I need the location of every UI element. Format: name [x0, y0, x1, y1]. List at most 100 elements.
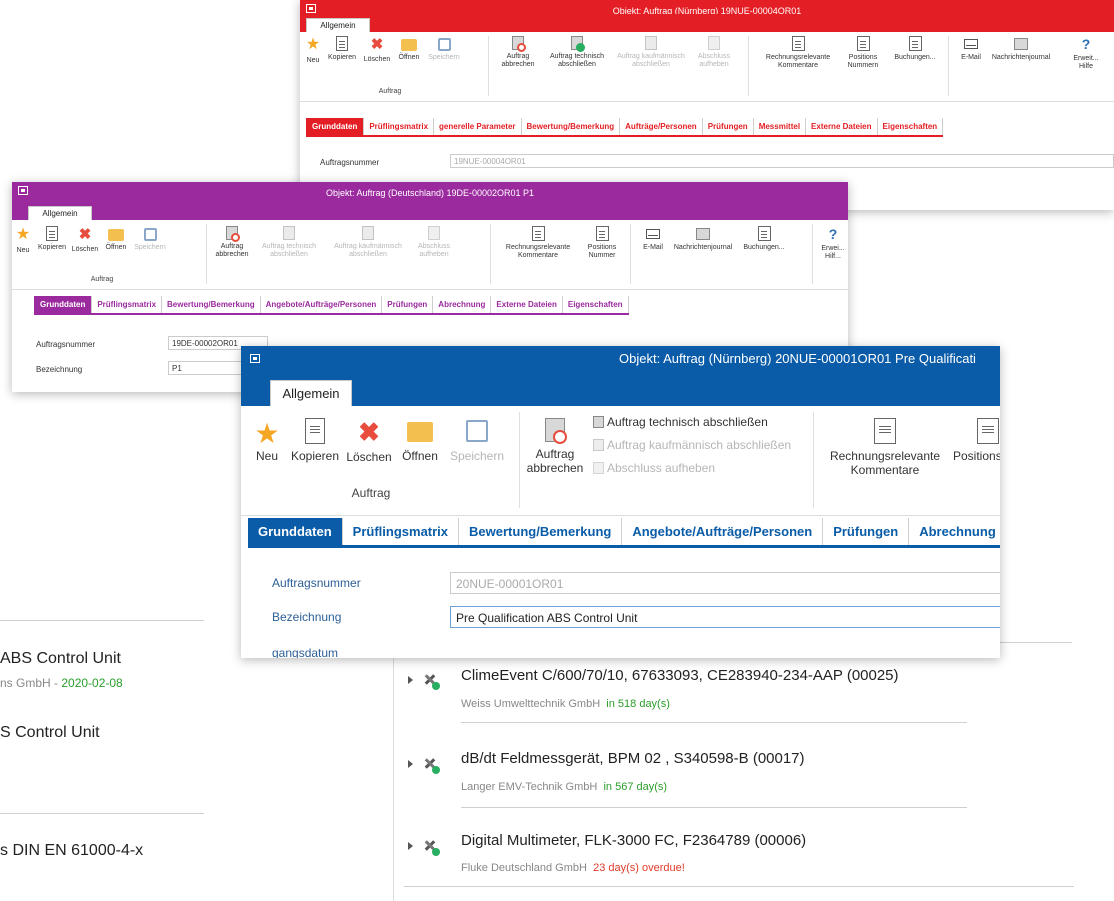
- technisch-abschliessen-button[interactable]: Auftrag technisch abschließen: [254, 226, 324, 259]
- kaufmaennisch-abschliessen-button[interactable]: Auftrag kaufmännisch abschließen: [326, 226, 410, 259]
- erweiterte-hilfe-button[interactable]: ? Erweit... Hilfe: [1066, 36, 1106, 71]
- tab-messmittel[interactable]: Messmittel: [753, 118, 807, 135]
- tab-abrechnung[interactable]: Abrechnung: [909, 518, 1000, 545]
- nachrichtenjournal-button[interactable]: Nachrichtenjournal: [670, 226, 736, 252]
- tab-bewertung[interactable]: Bewertung/Bemerkung: [162, 296, 261, 313]
- buchungen-button[interactable]: Buchungen...: [890, 36, 940, 62]
- rechnungsrelevante-kommentare-button[interactable]: Rechnungsrelevante Kommentare: [756, 36, 840, 70]
- rechnungsrelevante-kommentare-button[interactable]: Rechnungsrelevante Kommentare: [496, 226, 580, 260]
- tab-allgemein[interactable]: Allgemein: [306, 18, 370, 32]
- check-badge-icon: [576, 43, 585, 52]
- tab-bewertung[interactable]: Bewertung/Bemerkung: [459, 518, 623, 545]
- group-label-auftrag: Auftrag: [351, 486, 391, 500]
- rechnungsrelevante-kommentare-button[interactable]: Rechnungsrelevante Kommentare: [823, 418, 947, 478]
- tab-prueflingsmatrix[interactable]: Prüflingsmatrix: [342, 518, 460, 545]
- kopieren-button[interactable]: Kopieren: [36, 226, 68, 252]
- tab-prueflingsmatrix[interactable]: Prüflingsmatrix: [92, 296, 163, 313]
- reopen-icon: [428, 226, 440, 240]
- abschluss-aufheben-button[interactable]: Abschluss aufheben: [412, 226, 456, 259]
- list-item-title[interactable]: s DIN EN 61000-4-x: [0, 842, 143, 860]
- auftrag-abbrechen-button[interactable]: Auftrag abbrechen: [498, 36, 538, 69]
- ribbon-separator: [519, 412, 520, 508]
- tab-externe-dateien[interactable]: Externe Dateien: [806, 118, 878, 135]
- delete-icon: ✖: [370, 36, 384, 53]
- tab-prueflingsmatrix[interactable]: Prüflingsmatrix: [364, 118, 435, 135]
- folder-icon: [407, 422, 433, 442]
- tab-grunddaten[interactable]: Grunddaten: [306, 118, 365, 135]
- tab-generelle-parameter[interactable]: generelle Parameter: [434, 118, 522, 135]
- technisch-abschliessen-button[interactable]: Auftrag technisch abschließen: [593, 415, 768, 430]
- list-item-title[interactable]: S Control Unit: [0, 724, 100, 742]
- neu-button[interactable]: ★ Neu: [14, 226, 32, 255]
- technisch-abschliessen-button[interactable]: Auftrag technisch abschließen: [542, 36, 612, 69]
- ribbon-separator: [630, 224, 631, 284]
- abschluss-aufheben-button[interactable]: Abschluss aufheben: [593, 461, 715, 476]
- equipment-item-title[interactable]: Digital Multimeter, FLK-3000 FC, F236478…: [461, 832, 806, 849]
- speichern-button[interactable]: Speichern: [427, 36, 461, 62]
- tab-angebote-auftraege-personen[interactable]: Angebote/Aufträge/Personen: [260, 296, 383, 313]
- kaufmaennisch-abschliessen-button[interactable]: Auftrag kaufmännisch abschließen: [593, 438, 791, 453]
- blue-titlebar: Objekt: Auftrag (Nürnberg) 20NUE-00001OR…: [241, 346, 1000, 380]
- tab-grunddaten[interactable]: Grunddaten: [248, 518, 343, 545]
- neu-button[interactable]: ★ Neu: [304, 36, 322, 65]
- abort-order-icon: [545, 418, 567, 444]
- tab-pruefungen[interactable]: Prüfungen: [823, 518, 910, 545]
- tab-pruefungen[interactable]: Prüfungen: [382, 296, 434, 313]
- equipment-item-title[interactable]: ClimeEvent C/600/70/10, 67633093, CE2839…: [461, 667, 899, 684]
- kopieren-button[interactable]: Kopieren: [326, 36, 358, 62]
- expand-arrow-icon[interactable]: [408, 760, 413, 768]
- positions-nummern-button[interactable]: Positions-N: [953, 418, 1000, 464]
- tab-eigenschaften[interactable]: Eigenschaften: [562, 296, 629, 313]
- abschluss-aufheben-button[interactable]: Abschluss aufheben: [692, 36, 736, 69]
- email-button[interactable]: E-Mail: [638, 226, 668, 252]
- auftragsnummer-field[interactable]: 20NUE-00001OR01: [450, 572, 1000, 594]
- oeffnen-button[interactable]: Öffnen: [397, 418, 443, 464]
- buchungen-button[interactable]: Buchungen...: [738, 226, 790, 252]
- neu-button[interactable]: ★ Neu: [247, 418, 287, 464]
- tab-grunddaten[interactable]: Grunddaten: [34, 296, 93, 313]
- positions-nummern-button[interactable]: Positions Nummern: [840, 36, 886, 70]
- tab-externe-dateien[interactable]: Externe Dateien: [491, 296, 563, 313]
- oeffnen-button[interactable]: Öffnen: [395, 36, 423, 62]
- speichern-button[interactable]: Speichern: [447, 418, 507, 464]
- tab-eigenschaften[interactable]: Eigenschaften: [877, 118, 944, 135]
- loeschen-button[interactable]: ✖ Löschen: [362, 36, 392, 64]
- ribbon-tabstrip: Allgemein: [241, 378, 1000, 406]
- equipment-item-title[interactable]: dB/dt Feldmessgerät, BPM 02 , S340598-B …: [461, 750, 805, 767]
- label-bezeichnung: Bezeichnung: [36, 365, 83, 374]
- tab-allgemein[interactable]: Allgemein: [270, 380, 352, 406]
- red-order-window: Objekt: Auftrag (Nürnberg) 19NUE-00004OR…: [300, 0, 1114, 210]
- auftrag-abbrechen-button[interactable]: Auftrag abbrechen: [525, 418, 585, 476]
- cancel-badge-icon: [231, 233, 240, 242]
- kaufmaennisch-abschliessen-button[interactable]: Auftrag kaufmännisch abschließen: [616, 36, 686, 69]
- list-item-title[interactable]: ABS Control Unit: [0, 650, 121, 668]
- auftrag-abbrechen-button[interactable]: Auftrag abbrechen: [212, 226, 252, 259]
- nachrichtenjournal-button[interactable]: Nachrichtenjournal: [988, 36, 1054, 62]
- list-divider: [0, 813, 204, 814]
- erweiterte-hilfe-button[interactable]: ? Erwei... Hilf...: [818, 226, 848, 261]
- auftragsnummer-field[interactable]: 19NUE-00004OR01: [450, 154, 1114, 168]
- list-divider: [0, 620, 204, 621]
- expand-arrow-icon[interactable]: [408, 676, 413, 684]
- kopieren-button[interactable]: Kopieren: [289, 418, 341, 464]
- cancel-badge-icon: [553, 430, 567, 444]
- blue-tabbar: Grunddaten Prüflingsmatrix Bewertung/Bem…: [248, 518, 1000, 548]
- copy-icon: [46, 226, 58, 241]
- tab-auftraege-personen[interactable]: Aufträge/Personen: [620, 118, 703, 135]
- loeschen-button[interactable]: ✖ Löschen: [343, 417, 395, 465]
- loeschen-button[interactable]: ✖ Löschen: [70, 226, 100, 254]
- email-button[interactable]: E-Mail: [956, 36, 986, 62]
- tab-angebote-auftraege-personen[interactable]: Angebote/Aufträge/Personen: [622, 518, 824, 545]
- tab-allgemein[interactable]: Allgemein: [28, 206, 92, 220]
- label-bezeichnung: Bezeichnung: [272, 610, 342, 624]
- speichern-button[interactable]: Speichern: [132, 226, 168, 252]
- oeffnen-button[interactable]: Öffnen: [102, 226, 130, 252]
- expand-arrow-icon[interactable]: [408, 842, 413, 850]
- tab-abrechnung[interactable]: Abrechnung: [433, 296, 492, 313]
- bezeichnung-field[interactable]: Pre Qualification ABS Control Unit: [450, 606, 1000, 628]
- copy-icon: [336, 36, 348, 51]
- ribbon-separator: [948, 36, 949, 96]
- tab-pruefungen[interactable]: Prüfungen: [702, 118, 754, 135]
- positions-nummer-button[interactable]: Positions Nummer: [580, 226, 624, 260]
- tab-bewertung[interactable]: Bewertung/Bemerkung: [521, 118, 621, 135]
